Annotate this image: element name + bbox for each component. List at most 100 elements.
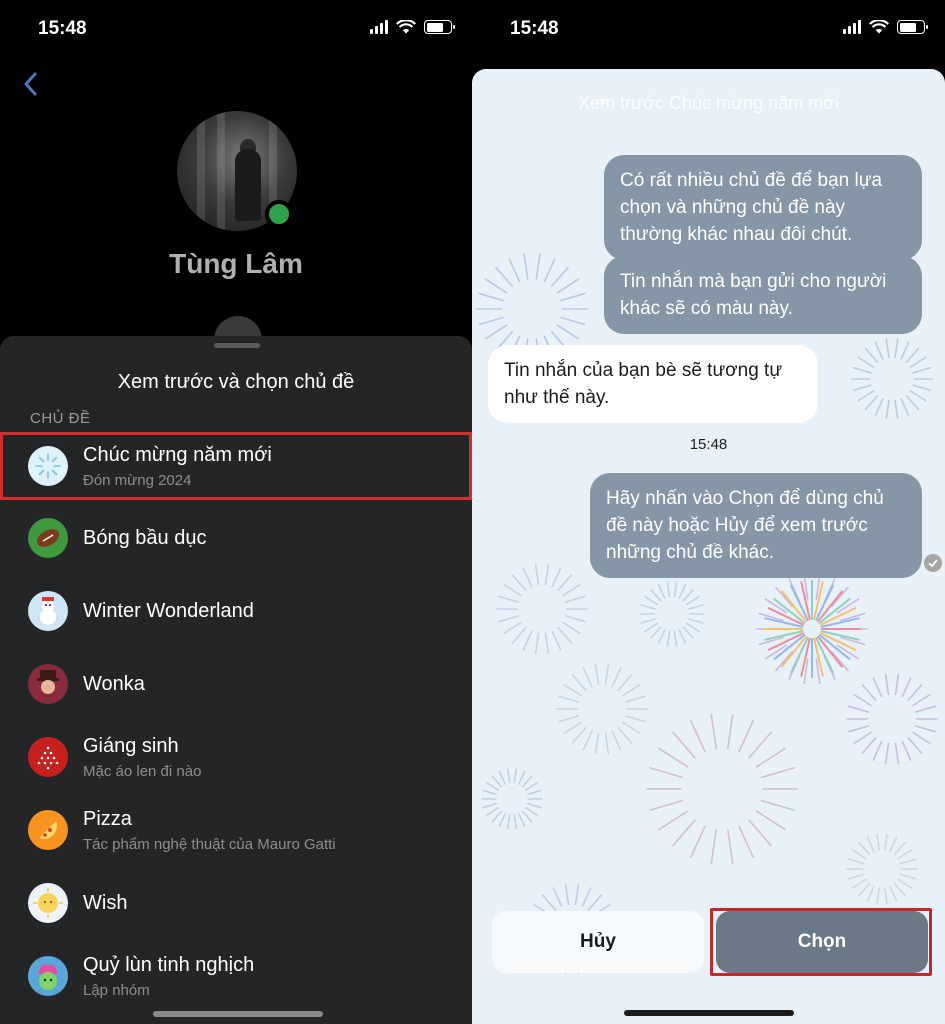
firework-spark — [478, 292, 504, 302]
read-receipt-icon — [924, 554, 942, 572]
firework-spark — [858, 882, 871, 897]
firework-spark — [672, 819, 696, 847]
firework-spark — [560, 316, 586, 326]
firework-spark — [901, 677, 912, 698]
firework-spark — [587, 894, 603, 912]
theme-item-wish[interactable]: Wish — [0, 869, 472, 937]
snowman-icon — [28, 591, 68, 631]
firework-spark — [690, 719, 706, 753]
firework-spark — [889, 836, 898, 853]
firework-spark — [551, 266, 569, 287]
firework-spark — [622, 683, 641, 697]
football-icon — [28, 518, 68, 558]
theme-item-winter-wonderland[interactable]: Winter Wonderland — [0, 577, 472, 645]
firework-spark — [678, 629, 687, 644]
firework-spark — [678, 584, 687, 599]
highlight-box — [710, 908, 932, 976]
theme-subtitle: Tác phẩm nghệ thuật của Mauro Gatti — [83, 835, 336, 853]
theme-item-christmas[interactable]: Giáng sinh Mặc áo len đi nào — [0, 723, 472, 791]
firework-spark — [527, 789, 542, 796]
theme-item-new-year[interactable]: Chúc mừng năm mới Đón mừng 2024 — [0, 432, 472, 500]
fireworks-icon — [28, 446, 68, 486]
theme-item-trolls[interactable]: Quỷ lùn tinh nghịch Lập nhóm — [0, 942, 472, 1010]
firework-spark — [513, 768, 518, 784]
theme-item-pizza[interactable]: Pizza Tác phẩm nghệ thuật của Mauro Gatt… — [0, 796, 472, 864]
firework-spark — [897, 849, 913, 860]
firework-spark — [564, 883, 570, 906]
firework-spark — [551, 630, 562, 651]
firework-spark — [897, 878, 913, 889]
home-indicator[interactable] — [624, 1010, 794, 1016]
firework-spark — [682, 589, 694, 602]
firework-spark — [760, 767, 795, 779]
firework-spark — [478, 316, 504, 326]
firework-spark — [617, 674, 633, 692]
firework-spark — [594, 732, 600, 755]
firework-spark — [491, 775, 502, 788]
firework-spark — [894, 742, 900, 765]
theme-subtitle: Mặc áo len đi nào — [83, 762, 202, 780]
sheet-grabber[interactable] — [214, 343, 260, 348]
firework-spark — [912, 693, 931, 707]
firework-spark — [909, 390, 927, 402]
firework-spark — [899, 873, 917, 880]
firework-spark — [905, 394, 919, 411]
firework-spark — [852, 384, 872, 392]
firework-spark — [727, 829, 734, 865]
firework-spark — [901, 740, 912, 761]
firework-spark — [861, 736, 877, 754]
profile-name: Tùng Lâm — [169, 248, 303, 279]
firework-spark — [556, 324, 580, 340]
cellular-signal-icon — [370, 20, 388, 34]
theme-title: Wonka — [83, 672, 145, 695]
firework-spark — [857, 390, 875, 402]
firework-spark — [673, 581, 678, 598]
firework-spark — [563, 683, 582, 697]
cancel-button[interactable]: Hủy — [492, 911, 704, 973]
theme-title: Winter Wonderland — [83, 599, 254, 622]
firework-spark — [865, 394, 879, 411]
firework-spark — [518, 770, 526, 785]
firework-spark — [755, 810, 786, 831]
firework-spark — [571, 726, 587, 744]
status-time: 15:48 — [510, 18, 559, 39]
theme-title: Chúc mừng năm mới — [83, 443, 272, 466]
firework-spark — [710, 713, 717, 749]
back-chevron-icon[interactable] — [20, 70, 42, 98]
firework-spark — [738, 719, 754, 753]
firework-spark — [755, 747, 786, 768]
status-bar: 15:48 — [0, 0, 472, 60]
firework-spark — [544, 563, 550, 586]
theme-sheet: Xem trước và chọn chủ đề CHỦ ĐỀ Chúc mừn… — [0, 336, 472, 1024]
firework-spark — [617, 726, 633, 744]
firework-spark — [551, 567, 562, 588]
wifi-icon — [869, 20, 889, 34]
home-indicator[interactable] — [153, 1011, 323, 1017]
firework-spark — [666, 630, 671, 647]
firework-spark — [884, 742, 890, 765]
firework-spark — [909, 356, 927, 368]
firework-spark — [883, 887, 888, 905]
firework-spark — [650, 626, 662, 639]
christmas-tree-icon — [28, 737, 68, 777]
pizza-icon — [28, 810, 68, 850]
firework-spark — [503, 621, 522, 635]
firework-spark — [876, 833, 881, 851]
firework-spark — [866, 885, 875, 902]
theme-item-wonka[interactable]: Wonka — [0, 650, 472, 718]
firework-spark — [498, 770, 506, 785]
firework-spark — [857, 356, 875, 368]
sheet-title: Xem trước và chọn chủ đề — [117, 371, 355, 393]
message-timestamp: 15:48 — [689, 436, 728, 453]
theme-title: Quỷ lùn tinh nghịch — [83, 953, 255, 976]
firework-spark — [522, 567, 533, 588]
firework-spark — [883, 833, 888, 851]
firework-spark — [657, 584, 666, 599]
theme-subtitle: Đón mừng 2024 — [83, 471, 192, 489]
firework-spark — [657, 629, 666, 644]
firework-spark — [884, 673, 890, 696]
theme-item-football[interactable]: Bóng bầu dục — [0, 504, 472, 572]
firework-spark — [644, 595, 658, 606]
firework-spark — [563, 721, 582, 735]
firework-spark — [557, 574, 573, 592]
